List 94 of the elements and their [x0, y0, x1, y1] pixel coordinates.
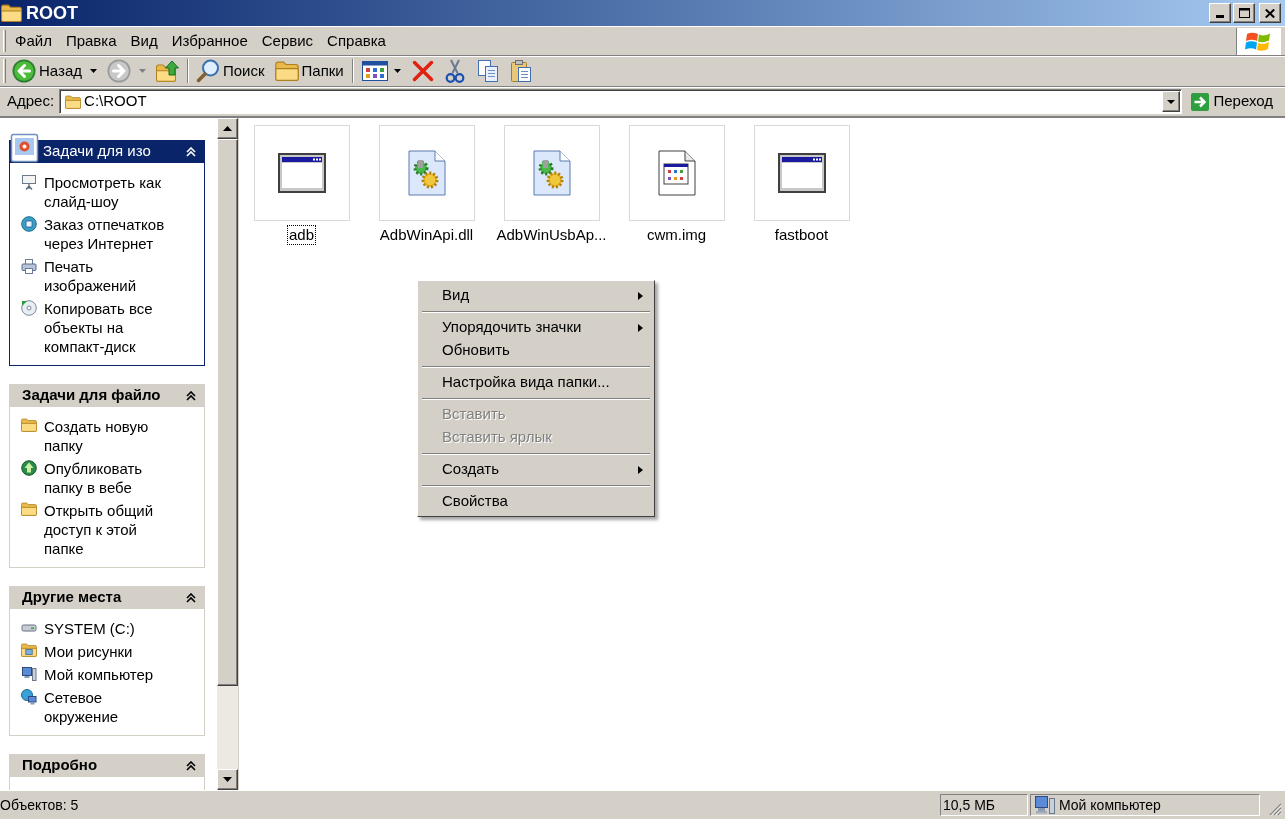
globe-arrow-icon — [21, 460, 37, 476]
folder-icon — [21, 418, 37, 432]
menu-item[interactable]: Файл — [8, 30, 59, 52]
picture-folder-icon — [21, 643, 37, 657]
search-icon — [196, 59, 220, 83]
status-zone-text: Мой компьютер — [1059, 795, 1161, 815]
task-link[interactable]: Сетевое окружение — [21, 688, 204, 726]
application-window-icon — [277, 153, 326, 193]
window-title: ROOT — [26, 2, 78, 24]
projection-screen-icon — [21, 174, 37, 190]
forward-arrow-icon — [107, 59, 131, 83]
application-window-icon — [777, 153, 826, 193]
menu-item[interactable]: Избранное — [164, 30, 255, 52]
clipboard-icon — [509, 59, 532, 83]
caret-icon — [139, 69, 146, 73]
task-link[interactable]: Просмотреть как слайд-шоу — [21, 173, 204, 211]
task-link[interactable]: Копировать все объекты на компакт-диск — [21, 299, 204, 356]
address-label: Адрес: — [7, 91, 55, 112]
folder-up-arrow-icon — [156, 60, 180, 82]
close-icon — [1265, 8, 1275, 18]
chevron-up-icon — [186, 390, 196, 401]
submenu-arrow-icon — [638, 291, 643, 300]
thumbnail-frame[interactable] — [378, 125, 475, 221]
close-button[interactable] — [1259, 3, 1281, 23]
gear-document-icon — [532, 150, 571, 196]
panel-header[interactable]: Задачи для файло — [9, 384, 205, 407]
menu-item[interactable]: Правка — [58, 30, 124, 52]
menu-item[interactable]: Справка — [320, 30, 393, 52]
status-text: Объектов: 5 — [0, 796, 80, 815]
copy-documents-icon — [476, 59, 499, 83]
menu-item[interactable]: Вид — [123, 30, 165, 52]
task-link[interactable]: Печать изображений — [21, 257, 204, 295]
globe-icon — [21, 216, 37, 232]
chevron-up-icon — [186, 592, 196, 603]
views-grid-icon — [361, 61, 388, 81]
folder-icon — [65, 94, 82, 109]
triangle-up-icon — [223, 126, 232, 131]
go-button[interactable]: Переход — [1188, 89, 1276, 114]
folder-icon — [1, 4, 22, 22]
menu-item[interactable]: Упорядочить значки — [421, 316, 651, 339]
network-icon — [21, 689, 37, 705]
address-dropdown-button[interactable] — [1162, 91, 1181, 112]
chevron-up-icon — [186, 760, 196, 771]
minimize-icon — [1216, 15, 1224, 18]
caret-icon — [90, 69, 97, 73]
document-icon — [657, 150, 696, 196]
computer-icon — [21, 666, 37, 682]
submenu-arrow-icon — [638, 465, 643, 474]
menu-item[interactable]: Сервис — [254, 30, 321, 52]
panel-header[interactable]: Подробно — [9, 754, 205, 777]
search-button[interactable]: Поиск — [193, 57, 268, 85]
menu-item[interactable]: Свойства — [421, 490, 651, 513]
delete-icon — [411, 60, 434, 82]
panel-header[interactable]: Другие места — [9, 586, 205, 609]
task-link[interactable]: Мои рисунки — [21, 642, 204, 661]
task-link[interactable]: Создать новую папку — [21, 417, 204, 455]
scissors-icon — [444, 59, 465, 83]
menu-item[interactable]: Настройка вида папки... — [421, 371, 651, 394]
printer-icon — [21, 258, 37, 274]
chevron-up-icon — [186, 146, 196, 157]
folders-button[interactable]: Папки — [271, 57, 347, 85]
scroll-down-button[interactable] — [217, 769, 238, 790]
task-link[interactable]: Открыть общий доступ к этой папке — [21, 501, 204, 558]
maximize-button[interactable] — [1233, 3, 1255, 23]
status-size: 10,5 МБ — [940, 794, 1028, 816]
caret-icon — [1167, 99, 1176, 104]
resize-grip-icon — [1268, 802, 1282, 816]
scroll-up-button[interactable] — [217, 118, 238, 139]
thumbnail-frame[interactable] — [628, 125, 725, 221]
go-arrow-icon — [1191, 92, 1210, 111]
triangle-down-icon — [223, 777, 232, 782]
thumbnail-frame[interactable] — [753, 125, 850, 221]
menu-item[interactable]: Обновить — [421, 339, 651, 362]
file-name[interactable]: adb — [287, 225, 316, 245]
folder-icon — [21, 502, 37, 516]
disc-icon — [21, 300, 37, 316]
back-button[interactable]: Назад — [9, 57, 85, 85]
back-arrow-icon — [12, 59, 36, 83]
task-link[interactable]: Мой компьютер — [21, 665, 204, 684]
thumbnail-frame[interactable] — [503, 125, 600, 221]
thumbnail-frame[interactable] — [253, 125, 350, 221]
computer-icon — [1034, 795, 1056, 815]
maximize-icon — [1238, 8, 1250, 18]
menu-item[interactable]: Вид — [421, 284, 651, 307]
address-field[interactable]: C:\ROOT — [59, 89, 1183, 114]
caret-icon — [393, 69, 401, 73]
task-link[interactable]: Опубликовать папку в вебе — [21, 459, 204, 497]
minimize-button[interactable] — [1209, 3, 1231, 23]
task-link[interactable]: Заказ отпечатков через Интернет — [21, 215, 204, 253]
task-link[interactable]: SYSTEM (C:) — [21, 619, 204, 638]
gear-document-icon — [407, 150, 446, 196]
menu-item[interactable]: Создать — [421, 458, 651, 481]
folder-icon — [274, 61, 299, 81]
submenu-arrow-icon — [638, 323, 643, 332]
